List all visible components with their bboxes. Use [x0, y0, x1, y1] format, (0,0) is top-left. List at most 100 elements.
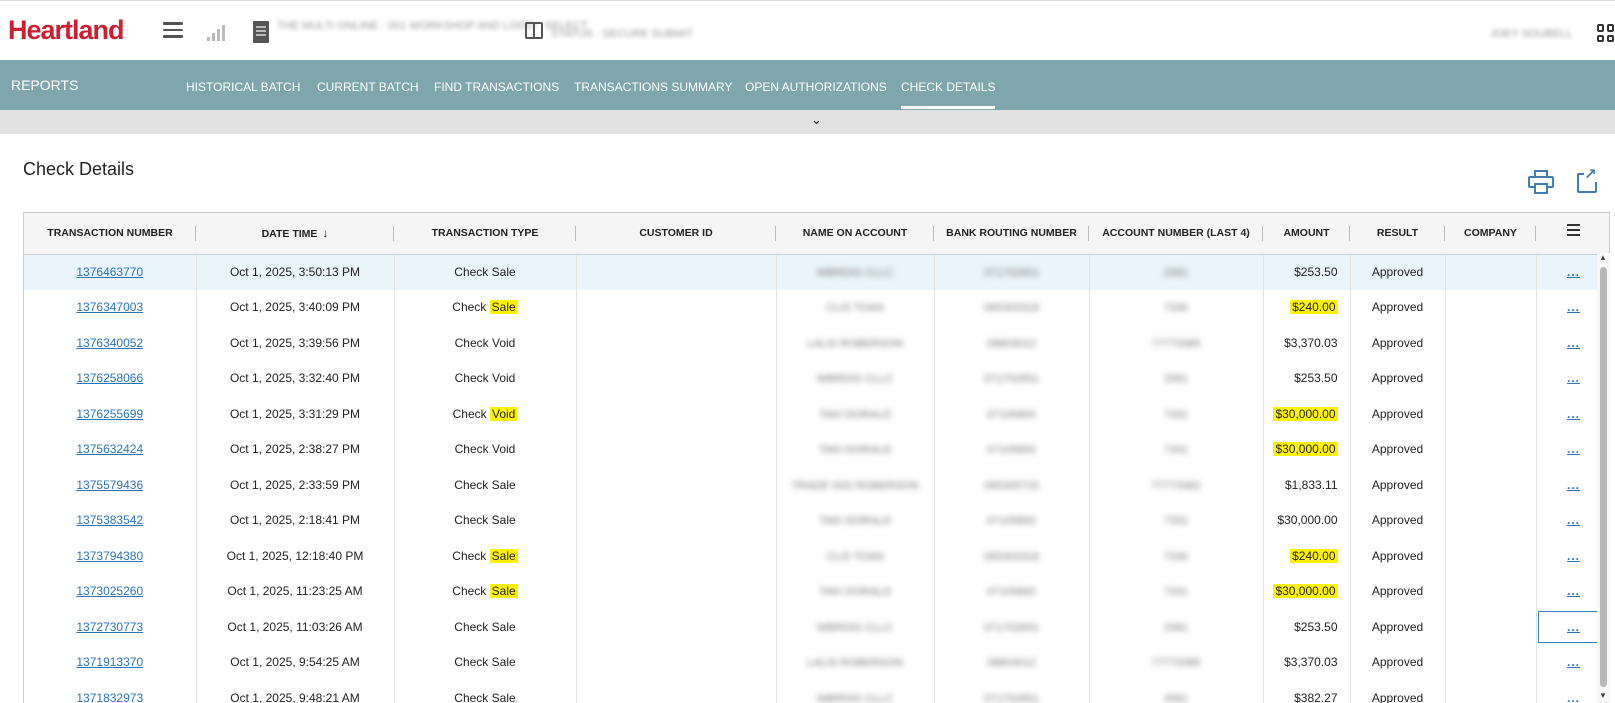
row-actions-button[interactable]: ... — [1567, 549, 1580, 563]
company-cell — [1445, 396, 1537, 432]
table-row[interactable]: 1375579436 Oct 1, 2025, 2:33:59 PM Check S… — [24, 467, 1609, 503]
transaction-number-link[interactable]: 1375383542 — [76, 513, 143, 527]
transaction-number-link[interactable]: 1373794380 — [76, 549, 143, 563]
transaction-number-link[interactable]: 1372730773 — [76, 620, 143, 634]
amount-value: $30,000.00 — [1277, 513, 1338, 528]
table-row[interactable]: 1376463770 Oct 1, 2025, 3:50:13 PM Check S… — [24, 254, 1609, 290]
row-actions-button[interactable]: ... — [1567, 265, 1580, 279]
column-header-name-on-account[interactable]: NAME ON ACCOUNT — [776, 213, 934, 255]
transaction-number-link[interactable]: 1376347003 — [76, 300, 143, 314]
amount-cell: $30,000.00 — [1263, 396, 1351, 432]
company-cell — [1445, 573, 1537, 609]
tab-check-details[interactable]: CHECK DETAILS — [901, 80, 996, 109]
user-menu[interactable]: JOEY SOUBELL — [1490, 28, 1572, 40]
transaction-number-link[interactable]: 1375632424 — [76, 442, 143, 456]
table-row[interactable]: 1371832973 Oct 1, 2025, 9:48:21 AM Check S… — [24, 680, 1609, 703]
heartland-logo[interactable]: Heartland — [8, 15, 125, 46]
company-cell — [1445, 254, 1537, 290]
result-cell: Approved — [1350, 538, 1446, 574]
transaction-number-link[interactable]: 1375579436 — [76, 478, 143, 492]
transaction-number-link[interactable]: 1376463770 — [76, 265, 143, 279]
table-row[interactable]: 1375632424 Oct 1, 2025, 2:38:27 PM Check V… — [24, 431, 1609, 467]
redacted-value: 2581 — [1163, 621, 1189, 634]
name-on-account-cell: WBRDIG CLLC — [776, 254, 935, 290]
row-actions-button[interactable]: ... — [1567, 478, 1580, 492]
column-header-transaction-number[interactable]: TRANSACTION NUMBER — [24, 213, 196, 255]
row-actions-button[interactable]: ... — [1567, 442, 1580, 456]
transaction-number-link[interactable]: 1371832973 — [76, 691, 143, 703]
type-prefix: Check — [454, 477, 489, 492]
column-header-customer-id[interactable]: CUSTOMER ID — [576, 213, 776, 255]
filter-collapse-bar[interactable]: ⌄ — [0, 110, 1615, 134]
table-row[interactable]: 1376258066 Oct 1, 2025, 3:32:40 PM Check V… — [24, 360, 1609, 396]
table-row[interactable]: 1376255699 Oct 1, 2025, 3:31:29 PM Check V… — [24, 396, 1609, 432]
transaction-number-link[interactable]: 1376255699 — [76, 407, 143, 421]
row-actions-button[interactable]: ... — [1567, 584, 1580, 598]
export-icon[interactable] — [1577, 167, 1597, 193]
redacted-value: 07105800 — [987, 408, 1036, 421]
transaction-type-cell: Check Sale — [394, 289, 577, 325]
redacted-value: 065303318 — [983, 550, 1040, 563]
scroll-up-arrow-icon[interactable]: ▲ — [1599, 253, 1607, 262]
transaction-number-cell: 1376258066 — [24, 360, 197, 396]
row-actions-button[interactable]: ... — [1567, 371, 1580, 385]
account-number-cell: 4581 — [1089, 680, 1264, 703]
panel-icon[interactable] — [525, 22, 543, 39]
transaction-number-link[interactable]: 1371913370 — [76, 655, 143, 669]
chevron-down-icon[interactable]: ⌄ — [811, 112, 822, 128]
table-row[interactable]: 1376347003 Oct 1, 2025, 3:40:09 PM Check S… — [24, 289, 1609, 325]
row-actions-button[interactable]: ... — [1567, 620, 1580, 634]
routing-number-cell: 071702651 — [934, 609, 1090, 645]
type-prefix: Check — [452, 584, 487, 599]
redacted-value: 7331 — [1163, 515, 1189, 528]
table-row[interactable]: 1376340052 Oct 1, 2025, 3:39:56 PM Check V… — [24, 325, 1609, 361]
redacted-value: 07105800 — [987, 586, 1036, 599]
column-menu[interactable] — [1536, 213, 1609, 255]
type-prefix: Check — [454, 265, 489, 279]
transaction-number-cell: 1376347003 — [24, 289, 197, 325]
vertical-scrollbar[interactable]: ▲ ▼ — [1597, 253, 1610, 703]
transaction-number-link[interactable]: 1373025260 — [76, 584, 143, 598]
tab-open-authorizations[interactable]: OPEN AUTHORIZATIONS — [745, 80, 887, 94]
column-menu-icon[interactable] — [1567, 224, 1580, 239]
top-header: Heartland THE MULTI ONLINE · 001 WORKSHO… — [0, 0, 1615, 60]
type-prefix: Check — [454, 619, 489, 634]
row-actions-button[interactable]: ... — [1567, 407, 1580, 421]
table-row[interactable]: 1372730773 Oct 1, 2025, 11:03:26 AM Check … — [24, 609, 1609, 645]
apps-grid-icon[interactable] — [1597, 24, 1615, 42]
column-header-amount[interactable]: AMOUNT — [1263, 213, 1350, 255]
table-row[interactable]: 1373794380 Oct 1, 2025, 12:18:40 PM Check … — [24, 538, 1609, 574]
transaction-number-link[interactable]: 1376258066 — [76, 371, 143, 385]
print-icon[interactable] — [1528, 170, 1554, 194]
row-actions-button[interactable]: ... — [1567, 336, 1580, 350]
transaction-number-link[interactable]: 1376340052 — [76, 336, 143, 350]
sort-desc-icon[interactable]: ↓ — [322, 226, 328, 240]
tab-historical-batch[interactable]: HISTORICAL BATCH — [186, 80, 300, 94]
scrollbar-thumb[interactable] — [1600, 267, 1607, 687]
tab-find-transactions[interactable]: FIND TRANSACTIONS — [434, 80, 559, 94]
hamburger-menu-icon[interactable] — [163, 22, 183, 38]
amount-value: $1,833.11 — [1285, 477, 1338, 492]
column-header-account-number[interactable]: ACCOUNT NUMBER (LAST 4) — [1089, 213, 1263, 255]
account-number-cell: 77773385 — [1089, 644, 1264, 680]
column-header-transaction-type[interactable]: TRANSACTION TYPE — [394, 213, 576, 255]
tab-current-batch[interactable]: CURRENT BATCH — [317, 80, 419, 94]
table-row[interactable]: 1371913370 Oct 1, 2025, 9:54:25 AM Check S… — [24, 644, 1609, 680]
type-prefix: Check — [452, 548, 487, 563]
amount-cell: $253.50 — [1263, 360, 1351, 396]
column-header-result[interactable]: RESULT — [1350, 213, 1445, 255]
transaction-type-cell: Check Void — [394, 325, 577, 361]
account-number-cell: 7331 — [1089, 431, 1264, 467]
column-header-bank-routing-number[interactable]: BANK ROUTING NUMBER — [934, 213, 1089, 255]
tab-transactions-summary[interactable]: TRANSACTIONS SUMMARY — [574, 80, 732, 94]
row-actions-button[interactable]: ... — [1567, 513, 1580, 527]
column-header-date-time[interactable]: DATE TIME ↓ — [196, 213, 394, 255]
row-actions-button[interactable]: ... — [1567, 655, 1580, 669]
table-row[interactable]: 1375383542 Oct 1, 2025, 2:18:41 PM Check S… — [24, 502, 1609, 538]
row-actions-button[interactable]: ... — [1567, 300, 1580, 314]
scroll-down-arrow-icon[interactable]: ▼ — [1599, 691, 1607, 700]
table-row[interactable]: 1373025260 Oct 1, 2025, 11:23:25 AM Check … — [24, 573, 1609, 609]
column-header-company[interactable]: COMPANY — [1445, 213, 1536, 255]
account-number-cell: 7330 — [1089, 289, 1264, 325]
row-actions-button[interactable]: ... — [1567, 691, 1580, 703]
